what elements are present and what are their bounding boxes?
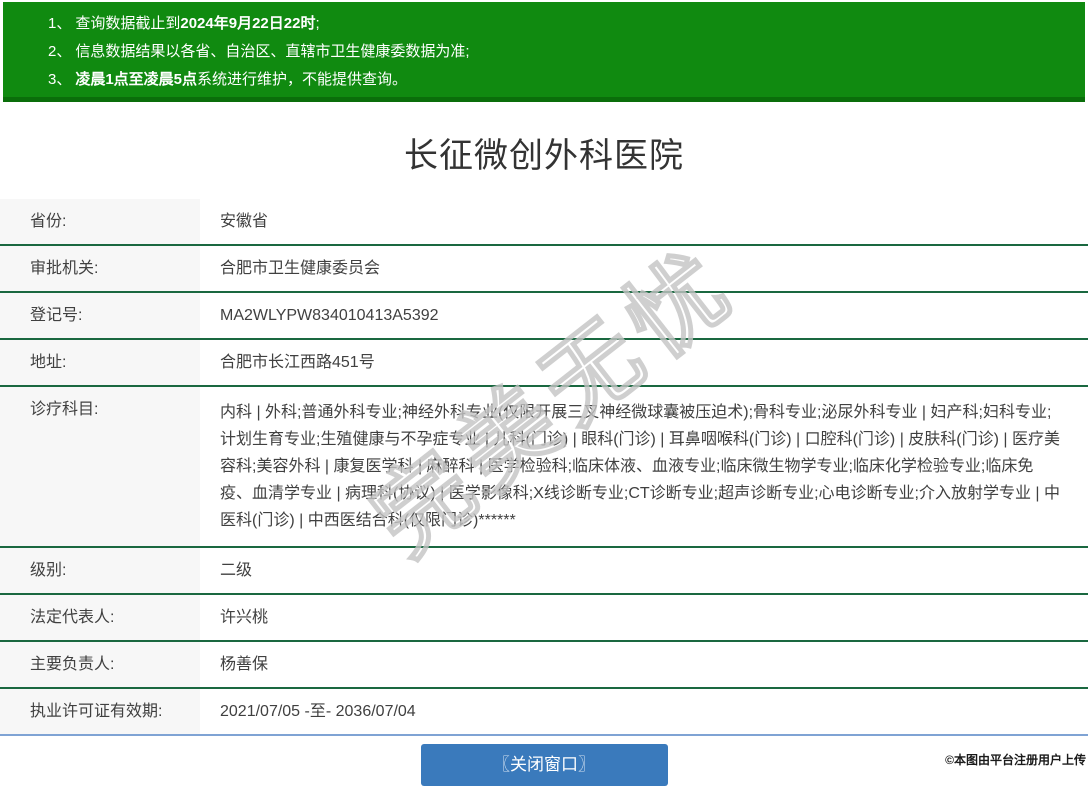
row-value: 合肥市卫生健康委员会 (200, 246, 1088, 291)
row-label: 诊疗科目: (0, 387, 200, 546)
table-row-registration-number: 登记号: MA2WLYPW834010413A5392 (0, 293, 1088, 340)
row-label: 审批机关: (0, 246, 200, 291)
notice-banner: 1、查询数据截止到2024年9月22日22时; 2、信息数据结果以各省、自治区、… (3, 2, 1085, 102)
table-row-principal: 主要负责人: 杨善保 (0, 642, 1088, 689)
row-value: MA2WLYPW834010413A5392 (200, 293, 1088, 338)
row-value: 合肥市长江西路451号 (200, 340, 1088, 385)
table-row-province: 省份: 安徽省 (0, 199, 1088, 246)
hospital-info-table: 省份: 安徽省 审批机关: 合肥市卫生健康委员会 登记号: MA2WLYPW83… (0, 199, 1088, 736)
table-row-license-validity: 执业许可证有效期: 2021/07/05 -至- 2036/07/04 (0, 689, 1088, 734)
row-label: 登记号: (0, 293, 200, 338)
notice-line-3: 3、凌晨1点至凌晨5点系统进行维护，不能提供查询。 (48, 66, 1075, 94)
table-row-level: 级别: 二级 (0, 548, 1088, 595)
footer-credit: ©本图由平台注册用户上传 (945, 751, 1086, 768)
notice-text: ; (315, 15, 319, 32)
notice-number: 2、 (48, 43, 71, 60)
close-window-button[interactable]: 〖关闭窗口〗 (421, 744, 668, 786)
notice-number: 3、 (48, 71, 71, 88)
notice-text-bold: 凌晨1点至凌晨5点 (75, 71, 197, 88)
notice-line-2: 2、信息数据结果以各省、自治区、直辖市卫生健康委数据为准; (48, 38, 1075, 66)
table-row-legal-representative: 法定代表人: 许兴桃 (0, 595, 1088, 642)
button-area: 〖关闭窗口〗 (0, 744, 1088, 786)
row-value: 杨善保 (200, 642, 1088, 687)
row-label: 地址: (0, 340, 200, 385)
notice-text: 查询数据截止到 (75, 15, 180, 32)
row-label: 主要负责人: (0, 642, 200, 687)
notice-text: 系统进行维护，不能提供查询。 (197, 71, 407, 88)
row-value: 安徽省 (200, 199, 1088, 244)
notice-text-bold: 2024年9月22日22时 (180, 15, 315, 32)
row-value: 内科 | 外科;普通外科专业;神经外科专业(仅限开展三叉神经微球囊被压迫术);骨… (200, 387, 1088, 546)
row-label: 省份: (0, 199, 200, 244)
row-label: 法定代表人: (0, 595, 200, 640)
row-label: 级别: (0, 548, 200, 593)
row-value: 2021/07/05 -至- 2036/07/04 (200, 689, 1088, 734)
notice-number: 1、 (48, 15, 71, 32)
table-row-medical-subjects: 诊疗科目: 内科 | 外科;普通外科专业;神经外科专业(仅限开展三叉神经微球囊被… (0, 387, 1088, 548)
table-row-approval-authority: 审批机关: 合肥市卫生健康委员会 (0, 246, 1088, 293)
row-value: 二级 (200, 548, 1088, 593)
notice-text: 信息数据结果以各省、自治区、直辖市卫生健康委数据为准; (75, 43, 469, 60)
notice-line-1: 1、查询数据截止到2024年9月22日22时; (48, 10, 1075, 38)
page-title: 长征微创外科医院 (0, 128, 1088, 177)
row-label: 执业许可证有效期: (0, 689, 200, 734)
row-value: 许兴桃 (200, 595, 1088, 640)
table-row-address: 地址: 合肥市长江西路451号 (0, 340, 1088, 387)
